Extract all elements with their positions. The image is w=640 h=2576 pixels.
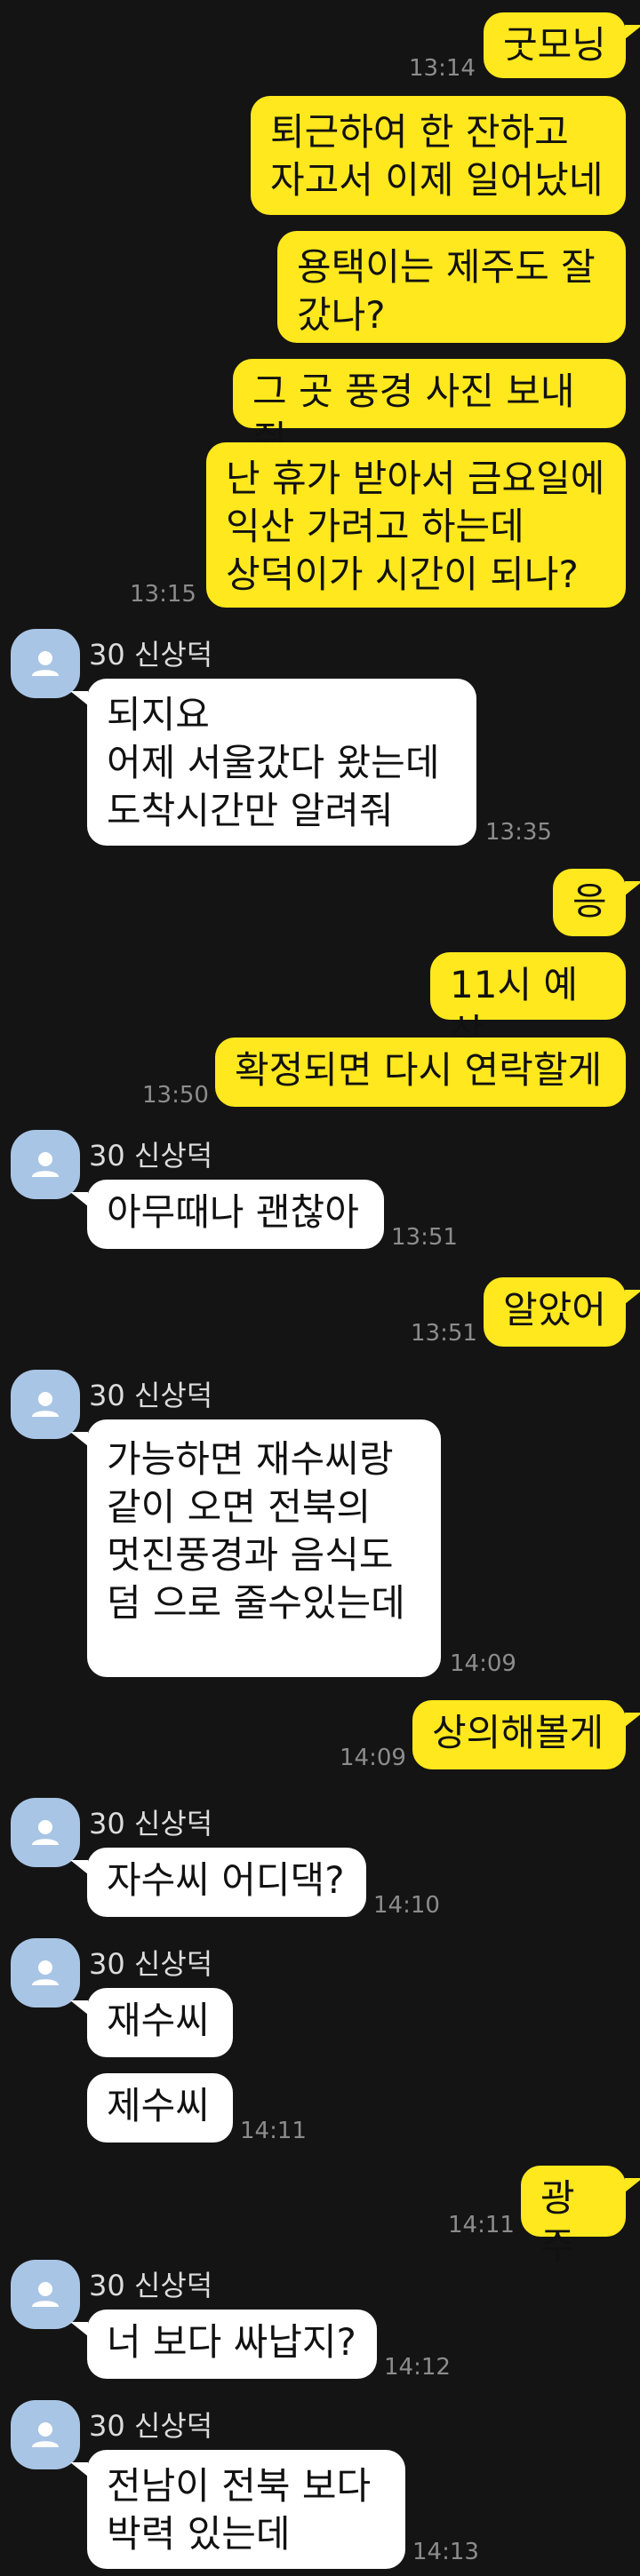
outgoing-message[interactable]: 그 곳 풍경 사진 보내줘 <box>233 359 626 461</box>
message-timestamp: 13:50 <box>142 1082 209 1109</box>
contact-avatar[interactable] <box>11 1798 80 1867</box>
sender-name: 30 신상덕 <box>89 2409 213 2443</box>
bubble-tail <box>70 2000 88 2015</box>
outgoing-message[interactable]: 퇴근하여 한 잔하고 자고서 이제 일어났네 <box>251 96 626 215</box>
bubble-tail <box>625 1713 640 1727</box>
chat-log: 13:14 굿모닝 퇴근하여 한 잔하고 자고서 이제 일어났네 용택이는 제주… <box>0 0 640 2576</box>
outgoing-message[interactable]: 알았어 <box>484 1277 626 1347</box>
outgoing-message[interactable]: 상의해볼게 <box>412 1700 626 1769</box>
sender-name: 30 신상덕 <box>89 1379 213 1412</box>
sender-name: 30 신상덕 <box>89 1807 213 1841</box>
default-person-icon <box>32 2422 59 2447</box>
contact-avatar[interactable] <box>11 1370 80 1439</box>
outgoing-message[interactable]: 광주 <box>521 2166 626 2268</box>
outgoing-message[interactable]: 난 휴가 받아서 금요일에 익산 가려고 하는데 상덕이가 시간이 되나? <box>206 442 626 608</box>
default-person-icon <box>32 1392 59 1417</box>
message-timestamp: 14:09 <box>450 1650 516 1677</box>
outgoing-message[interactable]: 용택이는 제주도 잘 갔나? <box>277 231 626 343</box>
contact-avatar[interactable] <box>11 2400 80 2469</box>
incoming-message[interactable]: 재수씨 <box>87 1988 233 2057</box>
contact-avatar[interactable] <box>11 1130 80 1199</box>
default-person-icon <box>32 1152 59 1177</box>
default-person-icon <box>32 1960 59 1985</box>
outgoing-message[interactable]: 응 <box>553 869 626 936</box>
default-person-icon <box>32 2282 59 2307</box>
message-timestamp: 13:51 <box>411 1320 477 1347</box>
bubble-tail <box>625 881 640 895</box>
sender-name: 30 신상덕 <box>89 1947 213 1981</box>
outgoing-message[interactable]: 11시 예상 <box>430 952 626 1054</box>
bubble-tail <box>625 1290 640 1304</box>
incoming-message[interactable]: 가능하면 재수씨랑 같이 오면 전북의 멋진풍경과 음식도 덤 으로 줄수있는데 <box>87 1419 441 1677</box>
message-timestamp: 13:15 <box>130 581 196 608</box>
message-timestamp: 14:11 <box>240 2118 307 2144</box>
bubble-tail <box>625 2178 640 2192</box>
outgoing-message[interactable]: 굿모닝 <box>484 12 626 78</box>
incoming-message[interactable]: 제수씨 <box>87 2073 233 2143</box>
bubble-tail <box>70 1432 88 1446</box>
bubble-tail <box>70 1192 88 1206</box>
sender-name: 30 신상덕 <box>89 2269 213 2302</box>
sender-name: 30 신상덕 <box>89 638 213 672</box>
message-timestamp: 14:10 <box>373 1892 440 1919</box>
default-person-icon <box>32 1820 59 1845</box>
bubble-tail <box>70 691 88 705</box>
message-timestamp: 14:09 <box>340 1745 406 1771</box>
incoming-message[interactable]: 자수씨 어디댁? <box>87 1848 366 1917</box>
outgoing-message[interactable]: 확정되면 다시 연락할게 <box>215 1038 626 1107</box>
bubble-tail <box>70 1860 88 1874</box>
bubble-tail <box>70 2322 88 2336</box>
incoming-message[interactable]: 전남이 전북 보다 박력 있는데 <box>87 2450 405 2569</box>
incoming-message[interactable]: 아무때나 괜찮아 <box>87 1180 384 1249</box>
message-timestamp: 14:13 <box>412 2539 479 2565</box>
contact-avatar[interactable] <box>11 1938 80 2008</box>
sender-name: 30 신상덕 <box>89 1139 213 1173</box>
bubble-tail <box>625 25 640 39</box>
message-timestamp: 13:14 <box>409 55 476 82</box>
contact-avatar[interactable] <box>11 2260 80 2329</box>
message-timestamp: 13:51 <box>391 1224 458 1251</box>
incoming-message[interactable]: 너 보다 싸납지? <box>87 2310 377 2379</box>
message-timestamp: 14:11 <box>448 2212 515 2238</box>
bubble-tail <box>70 2462 88 2477</box>
incoming-message[interactable]: 되지요 어제 서울갔다 왔는데 도착시간만 알려줘 <box>87 679 476 846</box>
message-timestamp: 13:35 <box>485 819 552 846</box>
default-person-icon <box>32 651 59 676</box>
message-timestamp: 14:12 <box>384 2354 451 2381</box>
contact-avatar[interactable] <box>11 629 80 698</box>
